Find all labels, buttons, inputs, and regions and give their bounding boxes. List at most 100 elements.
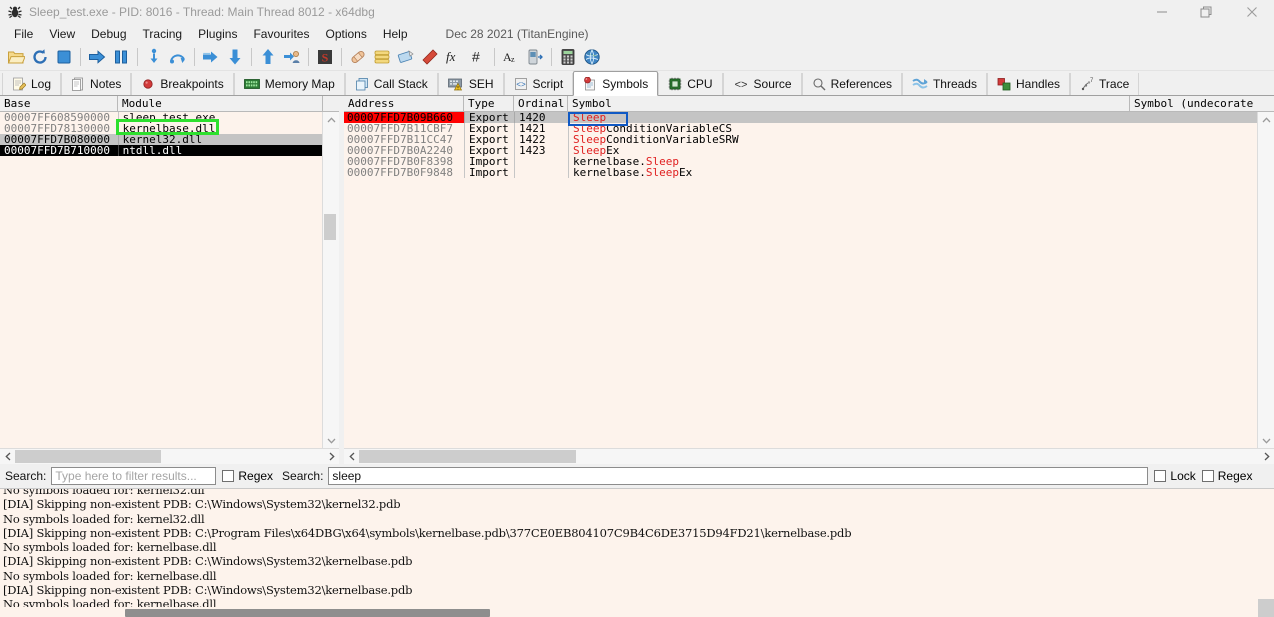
- lock-checkbox[interactable]: Lock: [1148, 469, 1201, 483]
- scroll-left-arrow[interactable]: [344, 449, 359, 464]
- execute-till-return-button[interactable]: [199, 45, 223, 69]
- menu-tracing[interactable]: Tracing: [135, 25, 191, 43]
- run-button[interactable]: [85, 45, 109, 69]
- symbols-horizontal-scrollbar[interactable]: [344, 448, 1274, 464]
- menu-help[interactable]: Help: [375, 25, 416, 43]
- pause-button[interactable]: [109, 45, 133, 69]
- log-output-panel[interactable]: No symbols loaded for: kernel32.dll [DIA…: [0, 488, 1274, 617]
- font-button[interactable]: A z: [499, 45, 523, 69]
- tab-call-stack[interactable]: Call Stack: [344, 73, 438, 95]
- scroll-right-arrow[interactable]: [324, 449, 339, 464]
- scroll-up-arrow[interactable]: [323, 112, 339, 127]
- step-out-icon: [262, 49, 274, 64]
- tab-trace[interactable]: 7 Trace: [1070, 73, 1140, 95]
- symbols-search-input[interactable]: sleep: [328, 467, 1149, 485]
- tab-script[interactable]: <> Script: [503, 73, 574, 95]
- table-row[interactable]: 00007FFD7B710000 ntdll.dll: [0, 145, 322, 156]
- modules-search-input[interactable]: Type here to filter results...: [51, 467, 217, 485]
- symbols-hscroll-track[interactable]: [359, 449, 1259, 464]
- menu-plugins[interactable]: Plugins: [190, 25, 245, 43]
- table-row[interactable]: 00007FFD78130000 kernelbase.dll: [0, 123, 322, 134]
- calculator-button[interactable]: [556, 45, 580, 69]
- tab-breakpoints[interactable]: Breakpoints: [131, 73, 234, 95]
- menu-options[interactable]: Options: [317, 25, 374, 43]
- tab-symbols[interactable]: Symbols: [573, 71, 659, 96]
- symbols-col-symbol-undecorated[interactable]: Symbol (undecorate: [1130, 96, 1274, 111]
- bookmark-button[interactable]: [418, 45, 442, 69]
- tab-memory-map[interactable]: Memory Map: [233, 73, 345, 95]
- symbol-match: Sleep: [645, 156, 679, 167]
- modules-regex-checkbox[interactable]: Regex: [216, 469, 279, 483]
- modules-col-base[interactable]: Base: [0, 96, 118, 111]
- table-row[interactable]: 00007FFD7B11CBF7 Export 1421 SleepCondit…: [344, 123, 1257, 134]
- menu-view[interactable]: View: [41, 25, 83, 43]
- scroll-down-arrow[interactable]: [323, 433, 339, 448]
- symbols-hscroll-thumb[interactable]: [359, 450, 576, 463]
- log-hscroll-thumb[interactable]: [125, 609, 490, 617]
- maximize-button[interactable]: [1184, 0, 1229, 24]
- run-to-user-code-button[interactable]: [223, 45, 247, 69]
- modules-hscroll-track[interactable]: [15, 449, 324, 464]
- window-title: Sleep_test.exe - PID: 8016 - Thread: Mai…: [29, 5, 375, 19]
- symbol-match: Sleep: [573, 112, 607, 123]
- symbols-col-address[interactable]: Address: [344, 96, 464, 111]
- scroll-down-arrow[interactable]: [1258, 433, 1274, 448]
- tab-cpu[interactable]: CPU: [658, 73, 723, 95]
- tab-source[interactable]: <> Source: [722, 73, 802, 95]
- close-button[interactable]: [1229, 0, 1274, 24]
- tab-seh[interactable]: SEH: [437, 73, 504, 95]
- phone-button[interactable]: [523, 45, 547, 69]
- modules-vertical-scrollbar[interactable]: [322, 112, 339, 448]
- functions-button[interactable]: fx: [442, 45, 466, 69]
- menu-favourites[interactable]: Favourites: [245, 25, 317, 43]
- scroll-right-arrow[interactable]: [1259, 449, 1274, 464]
- tab-references[interactable]: References: [801, 73, 902, 95]
- tab-handles[interactable]: Handles: [986, 73, 1071, 95]
- menu-debug[interactable]: Debug: [83, 25, 134, 43]
- symbols-col-symbol[interactable]: Symbol: [568, 96, 1130, 111]
- globe-button[interactable]: [580, 45, 604, 69]
- symbols-col-type[interactable]: Type: [464, 96, 514, 111]
- tab-label: Memory Map: [264, 77, 335, 91]
- symbols-regex-checkbox[interactable]: Regex: [1201, 469, 1255, 483]
- symbols-grid[interactable]: 00007FFD7B09B660 Export 1420 Sleep 00007…: [344, 112, 1257, 448]
- table-row[interactable]: 00007FFD7B09B660 Export 1420 Sleep: [344, 112, 1257, 123]
- stop-button[interactable]: [52, 45, 76, 69]
- table-row[interactable]: 00007FFD7B0F8398 Import kernelbase.Sleep: [344, 156, 1257, 167]
- modules-col-module[interactable]: Module: [118, 96, 323, 111]
- minimize-button[interactable]: [1139, 0, 1184, 24]
- scroll-left-arrow[interactable]: [0, 449, 15, 464]
- table-row[interactable]: 00007FF608590000 sleep_test.exe: [0, 112, 322, 123]
- modules-scroll-thumb[interactable]: [324, 214, 336, 240]
- symbols-vertical-scrollbar[interactable]: [1257, 112, 1274, 448]
- open-button[interactable]: [4, 45, 28, 69]
- modules-grid[interactable]: 00007FF608590000 sleep_test.exe 00007FFD…: [0, 112, 322, 448]
- hash-button[interactable]: #: [466, 45, 490, 69]
- menu-bar: File View Debug Tracing Plugins Favourit…: [0, 24, 1274, 44]
- attach-button[interactable]: [280, 45, 304, 69]
- tab-log[interactable]: Log: [2, 73, 62, 95]
- log-button[interactable]: [370, 45, 394, 69]
- table-row[interactable]: 00007FFD7B0A2240 Export 1423 SleepEx: [344, 145, 1257, 156]
- patch-button[interactable]: [346, 45, 370, 69]
- symbol-ordinal: [515, 167, 568, 178]
- step-into-button[interactable]: [142, 45, 166, 69]
- symbol-match: Sleep: [573, 145, 607, 156]
- tab-threads[interactable]: Threads: [901, 73, 987, 95]
- table-row[interactable]: 00007FFD7B11CC47 Export 1422 SleepCondit…: [344, 134, 1257, 145]
- step-over-button[interactable]: [166, 45, 190, 69]
- table-row[interactable]: 00007FFD7B080000 kernel32.dll: [0, 134, 322, 145]
- log-horizontal-scrollbar[interactable]: [0, 607, 1258, 617]
- restart-button[interactable]: [28, 45, 52, 69]
- scroll-up-arrow[interactable]: [1258, 112, 1274, 127]
- tab-notes[interactable]: Notes: [61, 73, 132, 95]
- notes-button[interactable]: [394, 45, 418, 69]
- modules-hscroll-thumb[interactable]: [15, 450, 161, 463]
- table-row[interactable]: 00007FFD7B0F9848 Import kernelbase.Sleep…: [344, 167, 1257, 178]
- menu-file[interactable]: File: [6, 25, 41, 43]
- scylla-button[interactable]: S: [313, 45, 337, 69]
- step-out-button[interactable]: [256, 45, 280, 69]
- modules-regex-label: Regex: [238, 469, 274, 483]
- modules-horizontal-scrollbar[interactable]: [0, 448, 339, 464]
- symbols-col-ordinal[interactable]: Ordinal: [514, 96, 568, 111]
